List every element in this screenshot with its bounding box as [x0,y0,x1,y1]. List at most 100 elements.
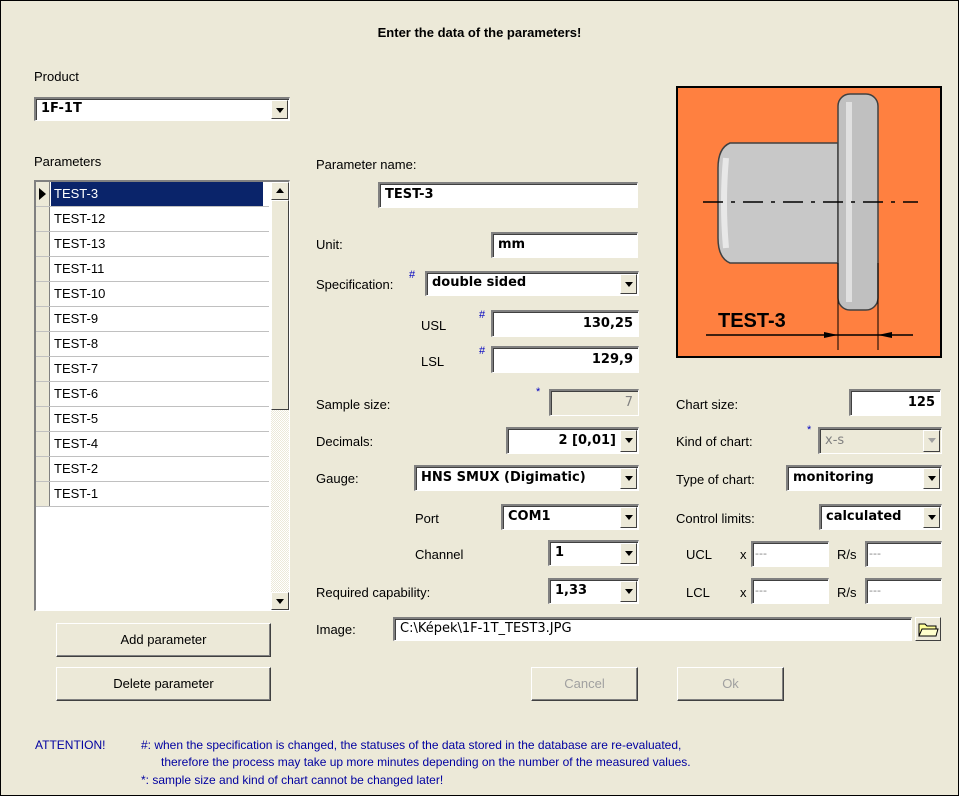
image-label: Image: [316,622,356,637]
lcl-rs-label: R/s [837,585,857,600]
chevron-down-icon[interactable] [620,274,637,294]
row-indicator [36,457,50,481]
list-item[interactable]: TEST-10 [36,282,269,307]
row-indicator [36,182,50,206]
control-limits-value: calculated [826,509,902,524]
chevron-down-icon[interactable] [620,507,637,528]
row-indicator [36,332,50,356]
chevron-down-icon[interactable] [620,581,637,602]
chevron-down-icon[interactable] [271,100,288,119]
list-item[interactable]: TEST-5 [36,407,269,432]
decimals-select[interactable]: 2 [0,01] [506,427,639,454]
list-item-label: TEST-13 [54,236,106,251]
port-value: COM1 [508,509,551,524]
sample-size-field: 7 [549,389,639,416]
specification-select[interactable]: double sided [425,271,639,296]
gauge-label: Gauge: [316,471,359,486]
row-indicator [36,407,50,431]
control-limits-select[interactable]: calculated [819,504,942,530]
cancel-button[interactable]: Cancel [531,667,638,701]
chevron-down-icon[interactable] [620,543,637,564]
chevron-down-icon[interactable] [620,468,637,489]
list-scrollbar[interactable] [271,182,289,610]
channel-label: Channel [415,547,464,562]
ucl-rs-field[interactable]: --- [865,541,942,567]
star-note: *: sample size and kind of chart cannot … [141,773,444,787]
hash-marker: # [479,345,486,357]
list-item[interactable]: TEST-6 [36,382,269,407]
lcl-x-label: x [740,585,747,600]
add-parameter-button[interactable]: Add parameter [56,623,271,657]
scroll-up-icon[interactable] [271,182,289,200]
chart-size-field[interactable]: 125 [849,389,941,416]
scroll-down-icon[interactable] [271,592,289,610]
specification-value: double sided [432,275,527,290]
parameter-name-label: Parameter name: [316,157,417,172]
product-label: Product [34,69,79,84]
dialog-window: Enter the data of the parameters! Produc… [0,0,959,796]
list-item[interactable]: TEST-1 [36,482,269,507]
folder-icon[interactable] [915,617,941,641]
ok-button[interactable]: Ok [677,667,784,701]
row-indicator [36,432,50,456]
lsl-field[interactable]: 129,9 [491,346,639,373]
list-item[interactable]: TEST-11 [36,257,269,282]
type-of-chart-value: monitoring [793,470,874,485]
channel-value: 1 [555,545,565,560]
list-item[interactable]: TEST-12 [36,207,269,232]
row-indicator [36,232,50,256]
list-item-label: TEST-2 [54,461,99,476]
kind-of-chart-label: Kind of chart: [676,434,753,449]
unit-field[interactable]: mm [491,232,638,258]
hash-note-line1: #: when the specification is changed, th… [141,738,682,752]
image-path-field[interactable]: C:\Képek\1F-1T_TEST3.JPG [393,617,912,641]
control-limits-label: Control limits: [676,511,755,526]
image-caption: TEST-3 [718,310,786,332]
star-marker: * [807,424,812,436]
hash-note-line2: therefore the process may take up more m… [161,755,691,769]
sample-size-label: Sample size: [316,397,391,412]
list-item[interactable]: TEST-3 [36,182,269,207]
list-item-label: TEST-4 [54,436,99,451]
list-item[interactable]: TEST-8 [36,332,269,357]
scroll-thumb[interactable] [271,200,289,410]
parameters-list[interactable]: TEST-3 TEST-12 TEST-13 TEST-11 TEST-10 T… [34,180,290,611]
channel-select[interactable]: 1 [548,540,639,566]
list-item[interactable]: TEST-7 [36,357,269,382]
list-item[interactable]: TEST-4 [36,432,269,457]
specification-label: Specification: [316,277,394,292]
product-select[interactable]: 1F-1T [34,97,290,121]
type-of-chart-select[interactable]: monitoring [786,465,942,491]
list-item-label: TEST-7 [54,361,99,376]
list-item[interactable]: TEST-2 [36,457,269,482]
row-pointer-icon [39,188,46,200]
unit-label: Unit: [316,237,343,252]
lcl-rs-field[interactable]: --- [865,578,942,604]
ucl-x-field[interactable]: --- [751,541,829,567]
row-indicator [36,357,50,381]
folder-icon-graphic [918,623,939,637]
port-label: Port [415,511,439,526]
row-indicator [36,207,50,231]
required-capability-select[interactable]: 1,33 [548,578,639,604]
lcl-x-field[interactable]: --- [751,578,829,604]
chevron-down-icon [923,430,940,452]
row-indicator [36,382,50,406]
parameter-name-field[interactable]: TEST-3 [378,182,638,208]
delete-parameter-button[interactable]: Delete parameter [56,667,271,701]
gauge-select[interactable]: HNS SMUX (Digimatic) [414,465,639,491]
usl-field[interactable]: 130,25 [491,310,639,337]
list-item-label: TEST-6 [54,386,99,401]
list-item-label: TEST-11 [54,261,105,276]
list-item-label: TEST-3 [51,182,263,206]
port-select[interactable]: COM1 [501,504,639,530]
lcl-label: LCL [686,585,710,600]
type-of-chart-label: Type of chart: [676,472,755,487]
parameters-label: Parameters [34,154,102,169]
list-item[interactable]: TEST-13 [36,232,269,257]
chevron-down-icon[interactable] [620,430,637,452]
list-item-label: TEST-5 [54,411,99,426]
chevron-down-icon[interactable] [923,507,940,528]
list-item[interactable]: TEST-9 [36,307,269,332]
chevron-down-icon[interactable] [923,468,940,489]
